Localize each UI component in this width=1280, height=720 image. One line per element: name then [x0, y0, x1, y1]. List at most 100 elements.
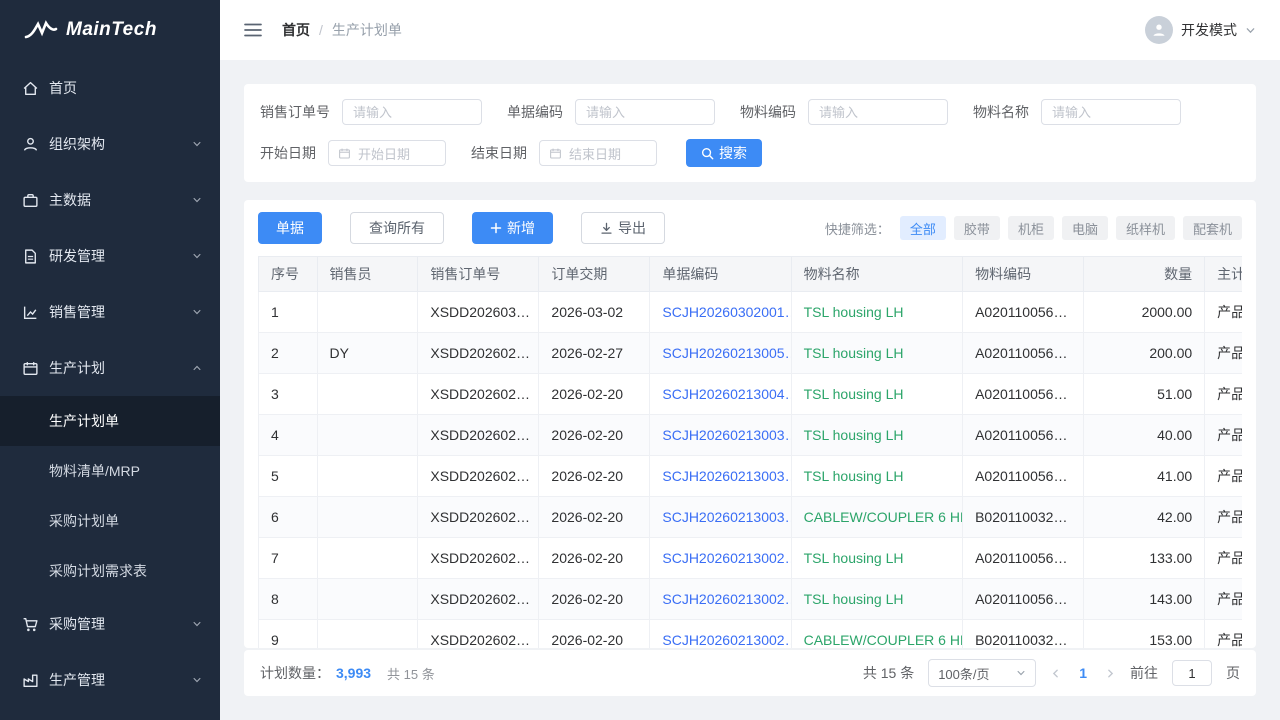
quick-filter-1[interactable]: 胶带 — [954, 216, 1000, 240]
chart-icon — [22, 304, 39, 321]
cell-seq: 8 — [259, 579, 318, 620]
logo-icon — [24, 20, 58, 40]
cell-material_name[interactable]: TSL housing LH — [791, 333, 962, 374]
sidebar-subitem-0[interactable]: 生产计划单 — [0, 396, 220, 446]
quick-filter-label: 快捷筛选： — [825, 219, 890, 238]
cell-material_name[interactable]: TSL housing LH — [791, 538, 962, 579]
cell-salesperson — [317, 456, 418, 497]
cell-doc_code[interactable]: SCJH20260213003… — [650, 497, 791, 538]
cell-salesperson — [317, 415, 418, 456]
table-header-row: 序号销售员销售订单号订单交期单据编码物料名称物料编码数量主计 — [259, 257, 1243, 292]
goto-label: 前往 — [1130, 663, 1158, 683]
sidebar-item-1[interactable]: 组织架构 — [0, 116, 220, 172]
query-all-button[interactable]: 查询所有 — [350, 212, 444, 244]
cell-qty: 200.00 — [1084, 333, 1205, 374]
cell-material_code: A020110056… — [963, 374, 1084, 415]
cell-doc_code[interactable]: SCJH20260213005… — [650, 333, 791, 374]
sidebar-item-5[interactable]: 生产计划 — [0, 340, 220, 396]
cell-doc_code[interactable]: SCJH20260302001… — [650, 292, 791, 333]
doc-code-input[interactable] — [575, 99, 715, 125]
quick-filter-4[interactable]: 纸样机 — [1116, 216, 1175, 240]
start-date-input[interactable]: 开始日期 — [328, 140, 446, 166]
quick-filter-0[interactable]: 全部 — [900, 216, 946, 240]
cell-plan_type: 产品 — [1205, 538, 1242, 579]
chevron-down-icon — [192, 195, 202, 205]
sidebar-item-4[interactable]: 销售管理 — [0, 284, 220, 340]
sidebar-item-0[interactable]: 首页 — [0, 60, 220, 116]
end-date-input[interactable]: 结束日期 — [539, 140, 657, 166]
calendar-icon — [549, 147, 562, 160]
sidebar-item-6[interactable]: 采购管理 — [0, 596, 220, 652]
goto-page-input[interactable] — [1172, 660, 1212, 686]
export-button[interactable]: 导出 — [581, 212, 665, 244]
cell-material_name[interactable]: CABLEW/COUPLER 6 HE — [791, 620, 962, 649]
filter-doc-code: 单据编码 — [507, 99, 715, 125]
logo-text: MainTech — [66, 19, 157, 41]
cell-due_date: 2026-03-02 — [539, 292, 650, 333]
document-icon — [22, 248, 39, 265]
sidebar-item-label: 研发管理 — [49, 246, 105, 266]
quick-filter-2[interactable]: 机柜 — [1008, 216, 1054, 240]
page-size-select[interactable]: 100条/页 — [928, 659, 1036, 687]
cell-doc_code[interactable]: SCJH20260213002… — [650, 620, 791, 649]
filter-sales-order: 销售订单号 — [260, 99, 482, 125]
material-name-input[interactable] — [1041, 99, 1181, 125]
quick-filters: 快捷筛选： 全部胶带机柜电脑纸样机配套机 — [825, 216, 1242, 240]
current-page[interactable]: 1 — [1075, 665, 1091, 681]
search-button[interactable]: 搜索 — [686, 139, 762, 167]
search-icon — [701, 147, 714, 160]
sidebar-item-7[interactable]: 生产管理 — [0, 652, 220, 708]
quick-filter-5[interactable]: 配套机 — [1183, 216, 1242, 240]
cell-material_name[interactable]: TSL housing LH — [791, 292, 962, 333]
cell-material_name[interactable]: TSL housing LH — [791, 456, 962, 497]
filter-start-date: 开始日期 开始日期 — [260, 140, 446, 166]
breadcrumb-home[interactable]: 首页 — [282, 20, 310, 40]
cell-salesperson — [317, 620, 418, 649]
sidebar-subitem-2[interactable]: 采购计划单 — [0, 496, 220, 546]
table-row: 2DYXSDD202602…2026-02-27SCJH20260213005…… — [259, 333, 1243, 374]
sidebar-submenu: 生产计划单物料清单/MRP采购计划单采购计划需求表 — [0, 396, 220, 596]
page-unit-label: 页 — [1226, 663, 1240, 683]
calendar-icon — [22, 360, 39, 377]
total-count-left: 共 15 条 — [387, 664, 435, 683]
cell-doc_code[interactable]: SCJH20260213004… — [650, 374, 791, 415]
cell-doc_code[interactable]: SCJH20260213002… — [650, 538, 791, 579]
cell-sales_order: XSDD202602… — [418, 415, 539, 456]
table-row: 9XSDD202602…2026-02-20SCJH20260213002…CA… — [259, 620, 1243, 649]
cell-material_name[interactable]: TSL housing LH — [791, 374, 962, 415]
cell-due_date: 2026-02-20 — [539, 620, 650, 649]
sales-order-input[interactable] — [342, 99, 482, 125]
sidebar-subitem-3[interactable]: 采购计划需求表 — [0, 546, 220, 596]
chevron-down-icon — [192, 251, 202, 261]
cell-salesperson: DY — [317, 333, 418, 374]
add-button[interactable]: 新增 — [472, 212, 553, 244]
chevron-down-icon — [192, 619, 202, 629]
sidebar-subitem-1[interactable]: 物料清单/MRP — [0, 446, 220, 496]
filter-card: 销售订单号 单据编码 物料编码 物料名称 — [244, 84, 1256, 182]
hamburger-icon[interactable] — [244, 22, 262, 38]
cell-material_name[interactable]: TSL housing LH — [791, 415, 962, 456]
cell-doc_code[interactable]: SCJH20260213003… — [650, 415, 791, 456]
material-code-input[interactable] — [808, 99, 948, 125]
sidebar: MainTech 首页组织架构主数据研发管理销售管理生产计划生产计划单物料清单/… — [0, 0, 220, 720]
cell-salesperson — [317, 374, 418, 415]
prev-page-button[interactable] — [1050, 668, 1061, 679]
avatar — [1145, 16, 1173, 44]
document-button[interactable]: 单据 — [258, 212, 322, 244]
next-page-button[interactable] — [1105, 668, 1116, 679]
cell-sales_order: XSDD202602… — [418, 620, 539, 649]
cell-material_name[interactable]: TSL housing LH — [791, 579, 962, 620]
cell-doc_code[interactable]: SCJH20260213003… — [650, 456, 791, 497]
cell-material_code: A020110056… — [963, 415, 1084, 456]
cell-doc_code[interactable]: SCJH20260213002… — [650, 579, 791, 620]
sidebar-item-2[interactable]: 主数据 — [0, 172, 220, 228]
calendar-icon — [338, 147, 351, 160]
quick-filter-3[interactable]: 电脑 — [1062, 216, 1108, 240]
sidebar-item-3[interactable]: 研发管理 — [0, 228, 220, 284]
total-count-right: 共 15 条 — [863, 663, 914, 683]
user-menu[interactable]: 开发模式 — [1145, 16, 1256, 44]
cell-material_name[interactable]: CABLEW/COUPLER 6 HE — [791, 497, 962, 538]
column-header-material_code: 物料编码 — [963, 257, 1084, 292]
cell-seq: 3 — [259, 374, 318, 415]
cell-salesperson — [317, 579, 418, 620]
